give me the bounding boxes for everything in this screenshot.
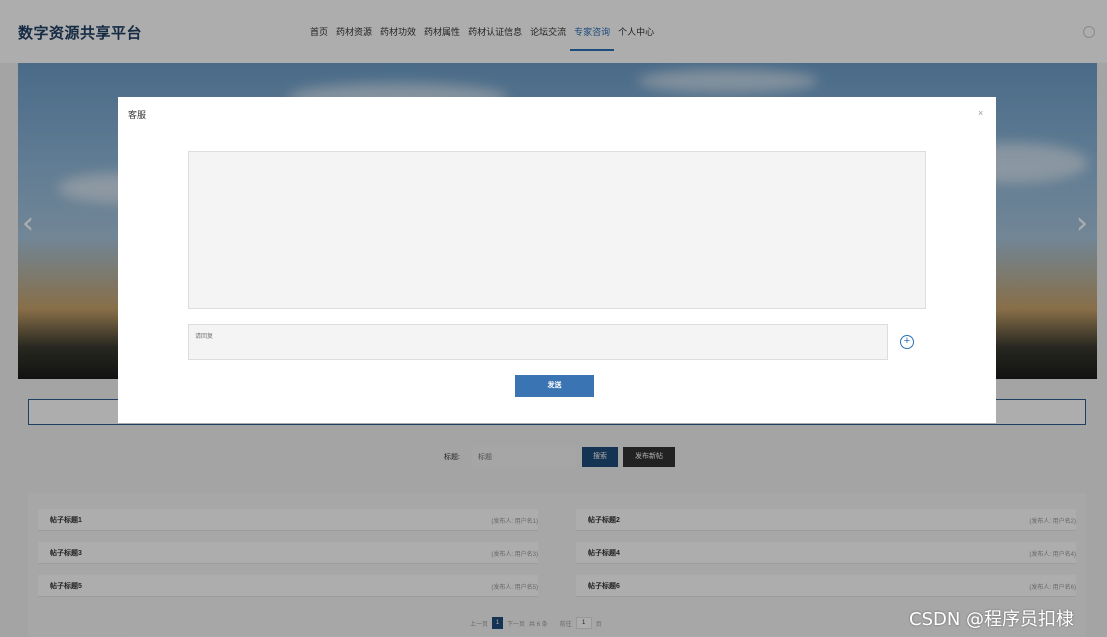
close-icon[interactable]: × (978, 108, 983, 118)
customer-service-dialog: 客服 × + 发送 (118, 97, 996, 423)
chat-history-area (188, 151, 926, 309)
send-button[interactable]: 发送 (515, 375, 594, 397)
watermark-text: CSDN @程序员扣棣 (909, 609, 1075, 630)
reply-input[interactable] (188, 324, 888, 360)
add-attachment-icon[interactable]: + (900, 335, 914, 349)
dialog-title: 客服 (128, 110, 147, 120)
